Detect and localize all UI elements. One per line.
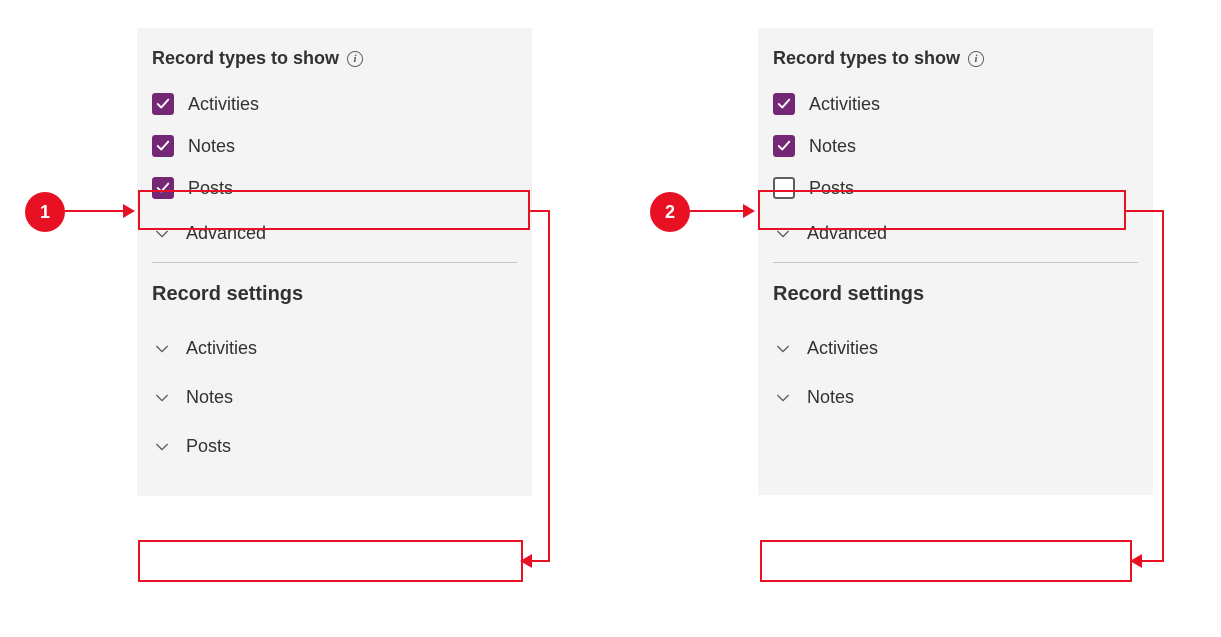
settings-item-label: Notes: [186, 387, 233, 408]
checkbox-label: Activities: [188, 94, 259, 115]
connector-line: [1162, 210, 1164, 562]
callout-arrow-head-icon: [123, 204, 135, 218]
advanced-expander[interactable]: Advanced: [758, 209, 1153, 258]
settings-item-empty: [758, 422, 1153, 470]
checkbox-label: Posts: [809, 178, 854, 199]
settings-item-posts[interactable]: Posts: [137, 422, 532, 471]
highlight-box-posts-settings: [138, 540, 523, 582]
checkbox-label: Notes: [188, 136, 235, 157]
callout-arrow-head-icon: [520, 554, 532, 568]
settings-item-notes[interactable]: Notes: [137, 373, 532, 422]
callout-arrow-line: [65, 210, 125, 212]
checkbox-row-notes[interactable]: Notes: [758, 125, 1153, 167]
advanced-expander[interactable]: Advanced: [137, 209, 532, 258]
chevron-down-icon: [152, 227, 172, 241]
checkbox-activities[interactable]: [152, 93, 174, 115]
chevron-down-icon: [773, 342, 793, 356]
checkbox-label: Posts: [188, 178, 233, 199]
checkbox-row-activities[interactable]: Activities: [758, 83, 1153, 125]
settings-item-notes[interactable]: Notes: [758, 373, 1153, 422]
checkbox-posts[interactable]: [152, 177, 174, 199]
checkbox-posts[interactable]: [773, 177, 795, 199]
checkbox-row-posts[interactable]: Posts: [137, 167, 532, 209]
checkbox-notes[interactable]: [773, 135, 795, 157]
settings-item-activities[interactable]: Activities: [137, 324, 532, 373]
connector-line: [530, 210, 550, 212]
advanced-label: Advanced: [186, 223, 266, 244]
panel-right: Record types to show i Activities Notes …: [758, 28, 1153, 495]
chevron-down-icon: [152, 342, 172, 356]
checkbox-label: Activities: [809, 94, 880, 115]
chevron-down-icon: [773, 227, 793, 241]
settings-item-label: Activities: [807, 338, 878, 359]
checkbox-row-notes[interactable]: Notes: [137, 125, 532, 167]
checkbox-label: Notes: [809, 136, 856, 157]
callout-badge-2: 2: [650, 192, 690, 232]
checkbox-notes[interactable]: [152, 135, 174, 157]
callout-badge-1: 1: [25, 192, 65, 232]
checkbox-activities[interactable]: [773, 93, 795, 115]
record-types-header-text: Record types to show: [773, 48, 960, 69]
record-types-header: Record types to show i: [137, 48, 532, 83]
record-types-header-text: Record types to show: [152, 48, 339, 69]
panel-left: Record types to show i Activities Notes …: [137, 28, 532, 496]
record-settings-header: Record settings: [137, 269, 532, 324]
connector-line: [530, 560, 550, 562]
divider: [152, 262, 517, 263]
callout-arrow-head-icon: [743, 204, 755, 218]
connector-line: [1126, 210, 1164, 212]
chevron-down-icon: [152, 440, 172, 454]
checkbox-row-posts[interactable]: Posts: [758, 167, 1153, 209]
divider: [773, 262, 1138, 263]
chevron-down-icon: [773, 391, 793, 405]
chevron-down-icon: [152, 391, 172, 405]
settings-item-label: Activities: [186, 338, 257, 359]
connector-line: [1140, 560, 1164, 562]
advanced-label: Advanced: [807, 223, 887, 244]
settings-item-label: Notes: [807, 387, 854, 408]
callout-arrow-line: [690, 210, 745, 212]
record-settings-header: Record settings: [758, 269, 1153, 324]
connector-line: [548, 210, 550, 562]
checkmark-icon: [156, 139, 170, 153]
settings-item-label: Posts: [186, 436, 231, 457]
info-icon[interactable]: i: [968, 51, 984, 67]
record-types-header: Record types to show i: [758, 48, 1153, 83]
settings-item-activities[interactable]: Activities: [758, 324, 1153, 373]
checkbox-row-activities[interactable]: Activities: [137, 83, 532, 125]
checkmark-icon: [156, 181, 170, 195]
checkmark-icon: [777, 97, 791, 111]
callout-arrow-head-icon: [1130, 554, 1142, 568]
checkmark-icon: [156, 97, 170, 111]
info-icon[interactable]: i: [347, 51, 363, 67]
checkmark-icon: [777, 139, 791, 153]
highlight-box-empty-settings: [760, 540, 1132, 582]
